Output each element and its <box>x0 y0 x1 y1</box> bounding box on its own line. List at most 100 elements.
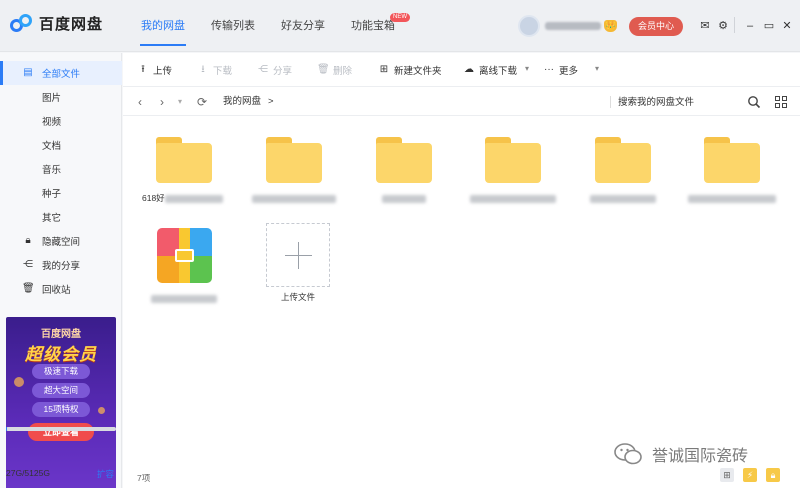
banner-feature: 15项特权 <box>32 402 90 417</box>
folder-item[interactable]: 618好 <box>138 137 230 204</box>
blurred-name <box>382 194 426 203</box>
breadcrumb[interactable]: 我的网盘 <box>223 88 261 116</box>
folder-icon <box>266 137 322 183</box>
upload-file-label: 上传文件 <box>280 292 315 302</box>
search-icon[interactable] <box>747 95 761 109</box>
sidebar-item-videos[interactable]: 视频 <box>0 109 122 133</box>
archive-icon <box>156 228 212 283</box>
item-count: 7项 <box>137 473 151 483</box>
download-button[interactable]: ⭳ 下载 <box>197 53 232 87</box>
username-blurred <box>545 22 601 30</box>
folder-icon <box>595 137 651 183</box>
banner-title: 百度网盘 <box>41 329 81 340</box>
folder-item[interactable] <box>686 137 778 204</box>
file-icon: ▤ <box>23 67 33 78</box>
blurred-name <box>590 194 656 203</box>
lock-icon: 🔒︎ <box>25 235 31 246</box>
delete-button[interactable]: 🗑︎ 删除 <box>317 53 352 87</box>
folder-item[interactable] <box>577 137 669 204</box>
tab-my-drive[interactable]: 我的网盘 <box>128 0 198 52</box>
sidebar-item-documents[interactable]: 文档 <box>0 133 122 157</box>
add-plus-icon <box>266 223 330 287</box>
apps-grid-icon[interactable]: ⊞ <box>720 468 734 482</box>
vip-center-button[interactable]: 会员中心 <box>629 17 683 36</box>
top-bar: 百度网盘 我的网盘 传输列表 好友分享 功能宝箱 NEW 👑 会员中心 ✉ ⚙ –… <box>0 0 800 52</box>
banner-feature: 极速下载 <box>32 364 90 379</box>
share-button[interactable]: ⋲ 分享 <box>257 53 292 87</box>
sidebar-item-music[interactable]: 音乐 <box>0 157 122 181</box>
sidebar-item-torrents[interactable]: 种子 <box>0 181 122 205</box>
coin-decoration <box>14 377 24 387</box>
wechat-watermark: 誉诚国际瓷砖 <box>614 442 748 466</box>
wechat-icon <box>614 443 642 465</box>
storage-progress-bar <box>6 427 116 431</box>
divider <box>734 17 735 33</box>
folder-item[interactable] <box>248 137 340 204</box>
chevron-down-icon[interactable]: ▾ <box>595 64 599 73</box>
sidebar-item-hidden-space[interactable]: 🔒︎ 隐藏空间 <box>0 229 122 253</box>
sidebar-item-all-files[interactable]: ▤ 全部文件 <box>0 61 122 85</box>
blurred-name <box>164 194 223 203</box>
maximize-icon[interactable]: ▭ <box>762 19 776 33</box>
sidebar-item-images[interactable]: 图片 <box>0 85 122 109</box>
sidebar-item-my-shares[interactable]: ⋲ 我的分享 <box>0 253 122 277</box>
folder-item[interactable] <box>358 137 450 204</box>
minimize-icon[interactable]: – <box>743 19 757 33</box>
sidebar-item-recycle-bin[interactable]: 🗑︎ 回收站 <box>0 277 122 301</box>
vip-promo-banner[interactable]: 百度网盘 超级会员 极速下载 超大空间 15项特权 立即查看 <box>6 317 116 488</box>
upload-button[interactable]: ⭱ 上传 <box>137 53 172 87</box>
back-arrow-icon[interactable]: ‹ <box>133 88 147 116</box>
flash-icon[interactable]: ⚡ <box>743 468 757 482</box>
mail-icon[interactable]: ✉ <box>698 19 712 33</box>
toolbar: ⭱ 上传 ⭳ 下载 ⋲ 分享 🗑︎ 删除 ⊞ 新建文件夹 ☁ 离线下载 ▾ ··· 更多 ▾ <box>123 53 800 87</box>
search-input[interactable] <box>618 93 738 111</box>
archive-file-item[interactable] <box>138 228 230 304</box>
forward-arrow-icon[interactable]: › <box>155 88 169 116</box>
trash-icon: 🗑︎ <box>22 283 35 294</box>
offline-download-button[interactable]: ☁ 离线下载 <box>463 53 517 87</box>
grid-view-icon[interactable] <box>775 96 787 108</box>
settings-gear-icon[interactable]: ⚙ <box>716 19 730 33</box>
banner-view-now-button[interactable]: 立即查看 <box>28 423 94 441</box>
tab-transfer-list[interactable]: 传输列表 <box>198 0 268 52</box>
lock-icon[interactable]: 🔒︎ <box>766 468 780 482</box>
more-button[interactable]: ··· 更多 <box>543 53 578 87</box>
watermark-text: 誉诚国际瓷砖 <box>652 448 749 465</box>
share-icon: ⋲ <box>258 64 268 75</box>
new-folder-button[interactable]: ⊞ 新建文件夹 <box>378 53 442 87</box>
sidebar: ▤ 全部文件 图片 视频 文档 音乐 种子 其它 🔒︎ 隐藏空间 ⋲ 我的分享 … <box>0 53 122 488</box>
tab-friend-share[interactable]: 好友分享 <box>268 0 338 52</box>
user-profile[interactable]: 👑 <box>518 15 617 37</box>
storage-usage-text: 27G/5125G <box>6 468 50 478</box>
upload-icon: ⭱ <box>141 64 145 75</box>
breadcrumb-separator: > <box>268 96 274 107</box>
dropdown-icon[interactable]: ▾ <box>525 64 529 73</box>
folder-icon <box>376 137 432 183</box>
coin-decoration <box>98 407 105 414</box>
refresh-icon[interactable]: ⟳ <box>195 88 209 116</box>
avatar[interactable] <box>518 15 540 37</box>
new-folder-icon: ⊞ <box>379 64 389 75</box>
folder-name: 618好 <box>142 193 165 203</box>
trash-icon: 🗑︎ <box>317 64 330 75</box>
banner-headline: 超级会员 <box>25 345 97 364</box>
upload-file-tile[interactable]: 上传文件 <box>252 223 344 303</box>
history-dropdown-icon[interactable]: ▾ <box>173 88 187 116</box>
blurred-name <box>151 294 217 303</box>
banner-feature: 超大空间 <box>32 383 90 398</box>
download-icon: ⭳ <box>201 64 205 75</box>
blurred-name <box>252 194 336 203</box>
share-icon: ⋲ <box>23 259 33 270</box>
sidebar-item-other[interactable]: 其它 <box>0 205 122 229</box>
expand-storage-link[interactable]: 扩容 <box>97 468 114 480</box>
main-panel: ⭱ 上传 ⭳ 下载 ⋲ 分享 🗑︎ 删除 ⊞ 新建文件夹 ☁ 离线下载 ▾ ··· 更多 ▾ … <box>123 53 800 488</box>
folder-icon <box>156 137 212 183</box>
vip-crown-icon: 👑 <box>604 20 617 32</box>
main-nav: 我的网盘 传输列表 好友分享 功能宝箱 NEW <box>128 0 410 52</box>
storage-progress-fill <box>6 427 8 431</box>
app-logo[interactable]: 百度网盘 <box>10 13 103 34</box>
close-icon[interactable]: ✕ <box>780 19 794 33</box>
folder-item[interactable] <box>467 137 559 204</box>
tab-toolbox[interactable]: 功能宝箱 NEW <box>338 0 410 52</box>
more-dots-icon: ··· <box>544 64 554 75</box>
